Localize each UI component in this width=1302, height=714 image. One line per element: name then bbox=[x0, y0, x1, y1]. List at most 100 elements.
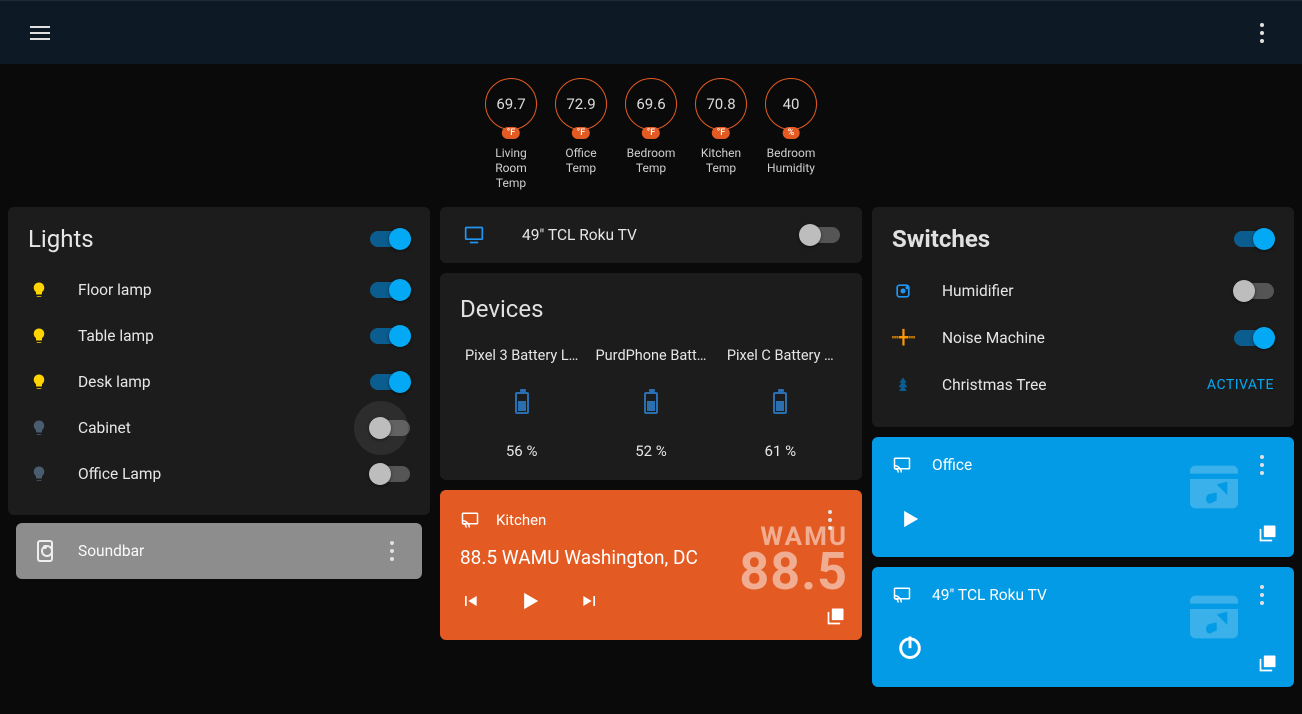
soundbar-card[interactable]: Soundbar bbox=[16, 523, 422, 579]
light-row-cabinet: Cabinet bbox=[28, 405, 410, 451]
more-icon[interactable] bbox=[1250, 21, 1274, 45]
light-row-desk-lamp: Desk lamp bbox=[28, 359, 410, 405]
top-bar bbox=[0, 0, 1302, 64]
media-more-icon[interactable] bbox=[1250, 583, 1274, 607]
device-name: Pixel C Battery … bbox=[719, 347, 842, 364]
sensor-kitchen-temp[interactable]: 70.8 °F Kitchen Temp bbox=[693, 78, 749, 191]
media-office-card: Office bbox=[872, 437, 1294, 557]
tv-label: 49" TCL Roku TV bbox=[522, 226, 637, 244]
light-toggle[interactable] bbox=[370, 420, 410, 436]
column-2: 49" TCL Roku TV Devices Pixel 3 Battery … bbox=[440, 207, 862, 687]
lights-title: Lights bbox=[28, 225, 94, 253]
media-placeholder-icon bbox=[1182, 455, 1246, 519]
sensor-unit: % bbox=[783, 127, 800, 139]
light-toggle[interactable] bbox=[370, 328, 410, 344]
humidifier-icon bbox=[892, 281, 914, 301]
switch-row-christmas-tree: Christmas Tree ACTIVATE bbox=[892, 361, 1274, 409]
next-track-icon[interactable] bbox=[580, 591, 600, 611]
lights-card: Lights Floor lamp Table lamp bbox=[8, 207, 430, 515]
waveform-icon: ┉╋┉ bbox=[892, 330, 914, 346]
sensor-label: Bedroom Temp bbox=[623, 146, 679, 176]
media-room: Office bbox=[932, 456, 972, 474]
media-more-icon[interactable] bbox=[1250, 453, 1274, 477]
sensor-value: 69.6 bbox=[636, 95, 665, 113]
prev-track-icon[interactable] bbox=[460, 591, 480, 611]
light-label: Desk lamp bbox=[78, 373, 151, 391]
switches-master-toggle[interactable] bbox=[1234, 231, 1274, 247]
bulb-icon bbox=[28, 327, 50, 345]
sensor-value: 69.7 bbox=[496, 95, 525, 113]
switch-label: Noise Machine bbox=[942, 329, 1045, 347]
tree-icon bbox=[892, 375, 914, 395]
bulb-icon bbox=[28, 373, 50, 391]
bulb-icon bbox=[28, 281, 50, 299]
switch-toggle[interactable] bbox=[1234, 330, 1274, 346]
light-toggle[interactable] bbox=[370, 282, 410, 298]
device-name: Pixel 3 Battery L… bbox=[460, 347, 583, 364]
sensor-label: Kitchen Temp bbox=[693, 146, 749, 176]
sensor-label: Living Room Temp bbox=[483, 146, 539, 191]
menu-icon[interactable] bbox=[28, 21, 52, 45]
play-icon[interactable] bbox=[516, 587, 544, 615]
library-icon[interactable] bbox=[1258, 523, 1278, 543]
sensor-living-room-temp[interactable]: 69.7 °F Living Room Temp bbox=[483, 78, 539, 191]
battery-icon bbox=[515, 392, 529, 414]
sensor-unit: °F bbox=[502, 127, 520, 139]
devices-card: Devices Pixel 3 Battery L… 56 % PurdPhon… bbox=[440, 273, 862, 480]
battery-icon bbox=[644, 392, 658, 414]
tv-toggle[interactable] bbox=[800, 227, 840, 243]
light-label: Office Lamp bbox=[78, 465, 161, 483]
sensor-bedroom-temp[interactable]: 69.6 °F Bedroom Temp bbox=[623, 78, 679, 191]
device-name: PurdPhone Batt… bbox=[589, 347, 712, 364]
sensor-value: 70.8 bbox=[706, 95, 735, 113]
tv-icon bbox=[462, 225, 486, 245]
bulb-icon bbox=[28, 465, 50, 483]
switch-toggle[interactable] bbox=[1234, 283, 1274, 299]
column-1: Lights Floor lamp Table lamp bbox=[8, 207, 430, 687]
media-room: 49" TCL Roku TV bbox=[932, 586, 1047, 604]
battery-icon bbox=[773, 392, 787, 414]
switch-label: Christmas Tree bbox=[942, 376, 1047, 394]
light-toggle[interactable] bbox=[370, 466, 410, 482]
sensor-office-temp[interactable]: 72.9 °F Office Temp bbox=[553, 78, 609, 191]
lights-master-toggle[interactable] bbox=[370, 231, 410, 247]
media-artwork: WAMU 88.5 bbox=[739, 526, 848, 596]
light-row-floor-lamp: Floor lamp bbox=[28, 267, 410, 313]
light-label: Table lamp bbox=[78, 327, 154, 345]
bulb-icon bbox=[28, 419, 50, 437]
media-kitchen-card: Kitchen 88.5 WAMU Washington, DC WAMU 88… bbox=[440, 490, 862, 640]
switch-row-humidifier: Humidifier bbox=[892, 267, 1274, 315]
switch-row-noise-machine: ┉╋┉ Noise Machine bbox=[892, 315, 1274, 361]
library-icon[interactable] bbox=[1258, 653, 1278, 673]
sensor-unit: °F bbox=[642, 127, 660, 139]
sensor-value: 72.9 bbox=[566, 95, 595, 113]
sensor-bedroom-humidity[interactable]: 40 % Bedroom Humidity bbox=[763, 78, 819, 191]
speaker-icon bbox=[34, 540, 56, 562]
devices-title: Devices bbox=[460, 295, 842, 323]
light-label: Floor lamp bbox=[78, 281, 152, 299]
device-value: 56 % bbox=[460, 442, 583, 460]
light-row-table-lamp: Table lamp bbox=[28, 313, 410, 359]
sensor-unit: °F bbox=[572, 127, 590, 139]
switch-label: Humidifier bbox=[942, 282, 1014, 300]
device-value: 52 % bbox=[589, 442, 712, 460]
device-purdphone[interactable]: PurdPhone Batt… 52 % bbox=[589, 347, 712, 460]
column-3: Switches Humidifier ┉╋┉ Noise Machine bbox=[872, 207, 1294, 687]
media-placeholder-icon bbox=[1182, 585, 1246, 649]
light-row-office-lamp: Office Lamp bbox=[28, 451, 410, 497]
light-toggle[interactable] bbox=[370, 374, 410, 390]
activate-button[interactable]: ACTIVATE bbox=[1207, 377, 1274, 393]
device-pixel3[interactable]: Pixel 3 Battery L… 56 % bbox=[460, 347, 583, 460]
sensor-label: Office Temp bbox=[553, 146, 609, 176]
library-icon[interactable] bbox=[826, 606, 846, 626]
device-value: 61 % bbox=[719, 442, 842, 460]
soundbar-more-icon[interactable] bbox=[380, 539, 404, 563]
device-pixelc[interactable]: Pixel C Battery … 61 % bbox=[719, 347, 842, 460]
cast-icon bbox=[892, 456, 912, 474]
light-label: Cabinet bbox=[78, 419, 131, 437]
media-room: Kitchen bbox=[496, 511, 546, 529]
sensor-row: 69.7 °F Living Room Temp 72.9 °F Office … bbox=[0, 64, 1302, 199]
sensor-unit: °F bbox=[712, 127, 730, 139]
switches-card: Switches Humidifier ┉╋┉ Noise Machine bbox=[872, 207, 1294, 427]
soundbar-label: Soundbar bbox=[78, 542, 144, 560]
